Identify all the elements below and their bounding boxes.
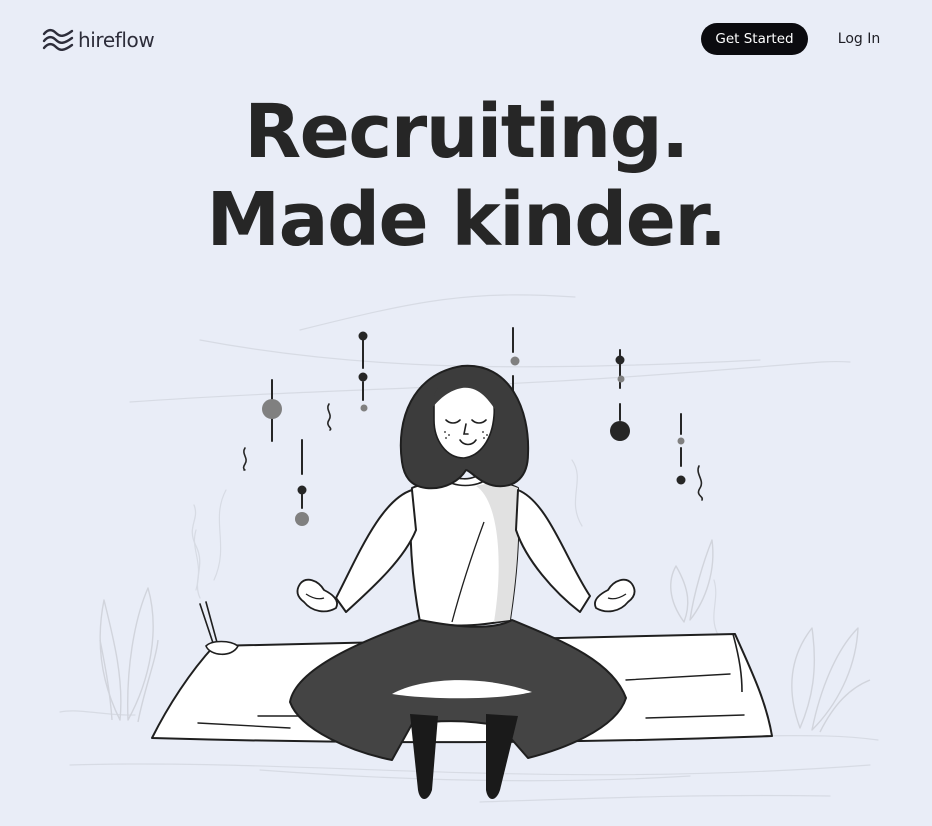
hero-headline: Recruiting. Made kinder. (0, 88, 932, 264)
waves-icon (42, 28, 74, 51)
top-navigation: hireflow Get Started Log In (0, 0, 932, 80)
brand-logo[interactable]: hireflow (42, 27, 155, 53)
log-in-button[interactable]: Log In (830, 23, 888, 55)
get-started-button[interactable]: Get Started (701, 23, 808, 55)
brand-name: hireflow (78, 28, 155, 52)
hero-line-2: Made kinder. (206, 177, 727, 263)
meditation-illustration-icon (59, 294, 879, 803)
landing-page: hireflow Get Started Log In Recruiting. … (0, 0, 932, 826)
hero-line-1: Recruiting. (244, 89, 689, 175)
